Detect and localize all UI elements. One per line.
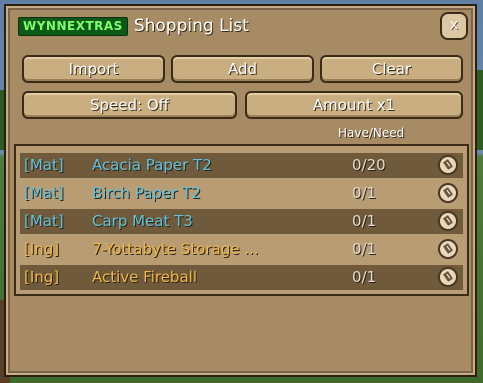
list-item[interactable]: [Mat] Carp Meat T3 0/1 (20, 209, 463, 234)
wynnextras-logo: WYNNEXTRAS (18, 16, 128, 36)
amount-button[interactable]: Amount x1 (245, 91, 463, 119)
item-have-need: 0/1 (352, 184, 377, 202)
have-need-column-header: Have/Need (338, 126, 405, 140)
speed-toggle-button[interactable]: Speed: Off (22, 91, 237, 119)
clear-button[interactable]: Clear (320, 55, 463, 83)
item-type-tag: [Ing] (24, 268, 60, 286)
item-have-need: 0/1 (352, 240, 377, 258)
item-name: Carp Meat T3 (92, 212, 193, 230)
edit-icon[interactable] (438, 267, 458, 287)
item-type-tag: [Mat] (24, 184, 64, 202)
item-have-need: 0/20 (352, 156, 386, 174)
edit-icon[interactable] (438, 183, 458, 203)
item-name: Active Fireball (92, 268, 197, 286)
edit-icon[interactable] (438, 211, 458, 231)
item-type-tag: [Mat] (24, 156, 64, 174)
item-type-tag: [Mat] (24, 212, 64, 230)
item-name: Birch Paper T2 (92, 184, 201, 202)
item-have-need: 0/1 (352, 268, 377, 286)
edit-icon[interactable] (438, 239, 458, 259)
item-have-need: 0/1 (352, 212, 377, 230)
shopping-list[interactable]: [Mat] Acacia Paper T2 0/20 [Mat] Birch P… (14, 144, 469, 296)
list-item[interactable]: [Ing] 7-Yottabyte Storage ... 0/1 (20, 237, 463, 262)
list-item[interactable]: [Mat] Birch Paper T2 0/1 (20, 181, 463, 206)
list-item[interactable]: [Ing] Active Fireball 0/1 (20, 265, 463, 290)
list-item[interactable]: [Mat] Acacia Paper T2 0/20 (20, 153, 463, 178)
item-name: Acacia Paper T2 (92, 156, 212, 174)
edit-icon[interactable] (438, 155, 458, 175)
item-type-tag: [Ing] (24, 240, 60, 258)
import-button[interactable]: Import (22, 55, 165, 83)
item-name: 7-Yottabyte Storage ... (92, 240, 259, 258)
close-button[interactable]: x (440, 12, 468, 40)
window-title: Shopping List (133, 16, 249, 36)
add-button[interactable]: Add (171, 55, 314, 83)
title-bar: WYNNEXTRAS Shopping List (18, 10, 249, 42)
